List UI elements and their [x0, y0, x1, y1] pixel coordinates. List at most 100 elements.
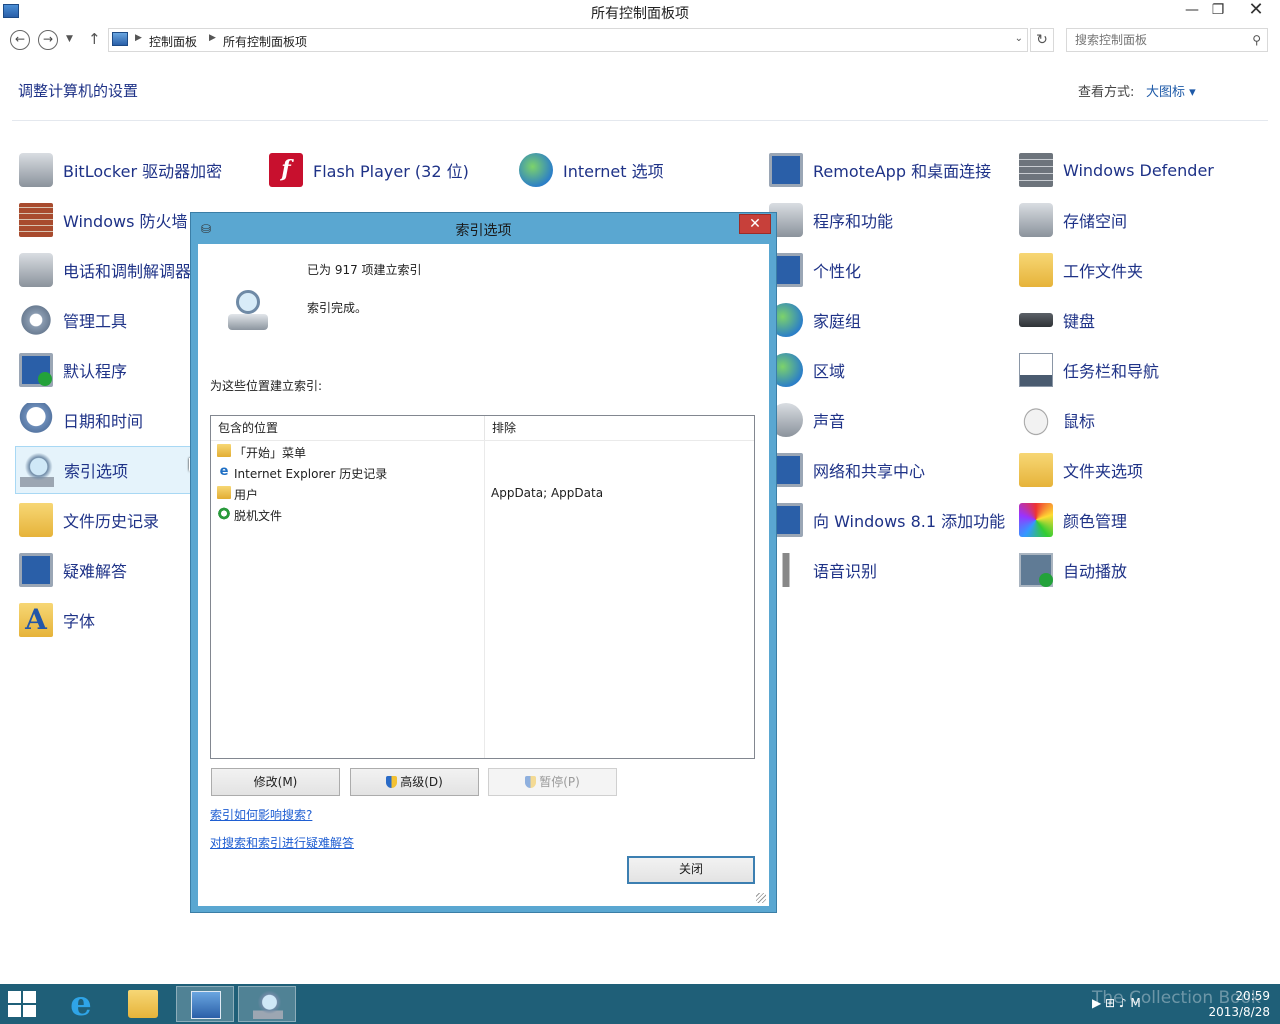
item-label: 鼠标 [1063, 412, 1096, 431]
keyboard-icon [1019, 313, 1053, 327]
admin-tools-icon [19, 303, 53, 337]
cp-item-storage[interactable]: 存储空间 [1015, 198, 1255, 242]
item-label: 任务栏和导航 [1063, 362, 1160, 381]
cp-item-sound[interactable]: 声音 [765, 398, 1005, 442]
item-label: 个性化 [813, 262, 862, 281]
troubleshoot-search-link[interactable]: 对搜索和索引进行疑难解答 [210, 834, 354, 851]
cp-item-add-features[interactable]: 向 Windows 8.1 添加功能 [765, 498, 1015, 542]
minimize-button[interactable]: — [1178, 0, 1206, 22]
close-window-button[interactable]: ✕ [1236, 0, 1276, 22]
storage-icon [1019, 203, 1053, 237]
dialog-close-button[interactable]: ✕ [739, 214, 771, 234]
back-button[interactable]: ← [10, 30, 30, 50]
cp-item-bitlocker[interactable]: BitLocker 驱动器加密 [15, 148, 255, 192]
cp-item-work-folders[interactable]: 工作文件夹 [1015, 248, 1255, 292]
cp-item-flash[interactable]: f Flash Player (32 位) [265, 148, 505, 192]
dialog-close-action-button[interactable]: 关闭 [627, 856, 755, 884]
list-item[interactable]: 「开始」菜单 [211, 441, 754, 462]
cp-item-color-mgmt[interactable]: 颜色管理 [1015, 498, 1255, 542]
indexing-status-icon [222, 288, 274, 340]
item-label: Internet 选项 [563, 162, 664, 181]
view-by-dropdown[interactable]: 大图标 ▾ [1146, 81, 1196, 100]
list-item[interactable]: e Internet Explorer 历史记录 [211, 462, 754, 483]
cp-item-autoplay[interactable]: 自动播放 [1015, 548, 1255, 592]
breadcrumb-separator-icon[interactable]: ▶ [135, 33, 142, 43]
cp-item-defender[interactable]: Windows Defender [1015, 148, 1255, 192]
cp-item-internet-options[interactable]: Internet 选项 [515, 148, 755, 192]
maximize-button[interactable]: ❐ [1204, 0, 1232, 22]
folder-options-icon [1019, 453, 1053, 487]
item-label: 疑难解答 [63, 562, 128, 581]
taskbar-internet-explorer[interactable]: e [52, 986, 110, 1022]
taskbar-control-panel[interactable] [176, 986, 234, 1022]
cp-item-keyboard[interactable]: 键盘 [1015, 298, 1255, 342]
item-label: 字体 [63, 612, 96, 631]
button-label: 暂停(P) [539, 775, 580, 789]
resize-grip-icon[interactable] [756, 893, 766, 903]
list-item[interactable]: 脱机文件 [211, 504, 754, 525]
list-item[interactable]: 用户 AppData; AppData [211, 483, 754, 504]
cp-item-indexing[interactable]: 索引选项 [15, 446, 193, 494]
search-box[interactable]: ⚲ [1066, 28, 1268, 52]
taskbar-file-explorer[interactable] [114, 986, 172, 1022]
system-tray[interactable]: ▶ ⊞ ♪ M [1092, 996, 1141, 1010]
internet-options-icon [519, 153, 553, 187]
breadcrumb-separator-icon[interactable]: ▶ [209, 33, 216, 43]
navigation-bar: ← → ▼ ↑ ▶ 控制面板 ▶ 所有控制面板项 ⌄ ↻ ⚲ [0, 26, 1280, 54]
item-label: Flash Player (32 位) [313, 162, 469, 181]
windows-logo-icon [23, 1005, 36, 1017]
cp-item-programs[interactable]: 程序和功能 [765, 198, 1005, 242]
dialog-body: 已为 917 项建立索引 索引完成。 为这些位置建立索引: 包含的位置 排除 「… [198, 244, 769, 906]
file-history-icon [19, 503, 53, 537]
windows-logo-icon [8, 991, 21, 1003]
locations-label: 为这些位置建立索引: [210, 379, 323, 393]
column-header-included[interactable]: 包含的位置 [211, 416, 484, 440]
bitlocker-icon [19, 153, 53, 187]
advanced-button[interactable]: 高级(D) [350, 768, 479, 796]
arrow-up-icon: ↑ [88, 30, 101, 48]
internet-explorer-icon: e [70, 984, 92, 1024]
indexing-icon [20, 453, 54, 487]
item-label: 电话和调制解调器 [63, 262, 192, 281]
clock-date: 2013/8/28 [1208, 1005, 1270, 1019]
location-label: 用户 [234, 488, 259, 502]
cp-item-region[interactable]: 区域 [765, 348, 1005, 392]
internet-explorer-icon: e [219, 464, 229, 479]
address-bar[interactable]: ▶ 控制面板 ▶ 所有控制面板项 ⌄ [108, 28, 1028, 52]
location-label: Internet Explorer 历史记录 [234, 467, 388, 481]
cp-item-taskbar-nav[interactable]: 任务栏和导航 [1015, 348, 1255, 392]
indexing-icon [253, 991, 283, 1019]
cp-item-personalize[interactable]: 个性化 [765, 248, 1005, 292]
cp-item-network-center[interactable]: 网络和共享中心 [765, 448, 1005, 492]
up-button[interactable]: ↑ [88, 30, 101, 48]
column-header-excluded[interactable]: 排除 [484, 416, 754, 440]
folder-icon [217, 444, 231, 457]
fonts-icon: A [19, 603, 53, 637]
indexed-locations-list[interactable]: 包含的位置 排除 「开始」菜单 e Internet Explorer 历史记录… [210, 415, 755, 759]
windows-logo-icon [23, 991, 36, 1003]
item-label: 家庭组 [813, 312, 862, 331]
cp-item-homegroup[interactable]: 家庭组 [765, 298, 1005, 342]
cp-item-folder-options[interactable]: 文件夹选项 [1015, 448, 1255, 492]
uac-shield-icon [386, 776, 398, 788]
search-icon[interactable]: ⚲ [1252, 33, 1261, 47]
item-label: 索引选项 [64, 462, 129, 481]
address-dropdown-icon[interactable]: ⌄ [1015, 33, 1023, 44]
start-button[interactable] [8, 991, 38, 1017]
troubleshoot-icon [19, 553, 53, 587]
how-indexing-affects-search-link[interactable]: 索引如何影响搜索? [210, 806, 312, 823]
forward-button[interactable]: → [38, 30, 58, 50]
search-input[interactable] [1075, 30, 1245, 50]
refresh-button[interactable]: ↻ [1030, 28, 1054, 52]
cp-item-mouse[interactable]: 鼠标 [1015, 398, 1255, 442]
taskbar-indexing-options[interactable] [238, 986, 296, 1022]
taskbar-clock[interactable]: 20:59 2013/8/28 [1196, 988, 1270, 1020]
cp-item-speech[interactable]: 语音识别 [765, 548, 1005, 592]
recent-pages-dropdown[interactable]: ▼ [66, 34, 73, 44]
modify-button[interactable]: 修改(M) [211, 768, 340, 796]
breadcrumb-all-items[interactable]: 所有控制面板项 [223, 33, 307, 50]
cp-item-remoteapp[interactable]: RemoteApp 和桌面连接 [765, 148, 1005, 192]
item-label: 区域 [813, 362, 846, 381]
breadcrumb-control-panel[interactable]: 控制面板 [149, 33, 197, 50]
window-title: 所有控制面板项 [591, 6, 689, 22]
